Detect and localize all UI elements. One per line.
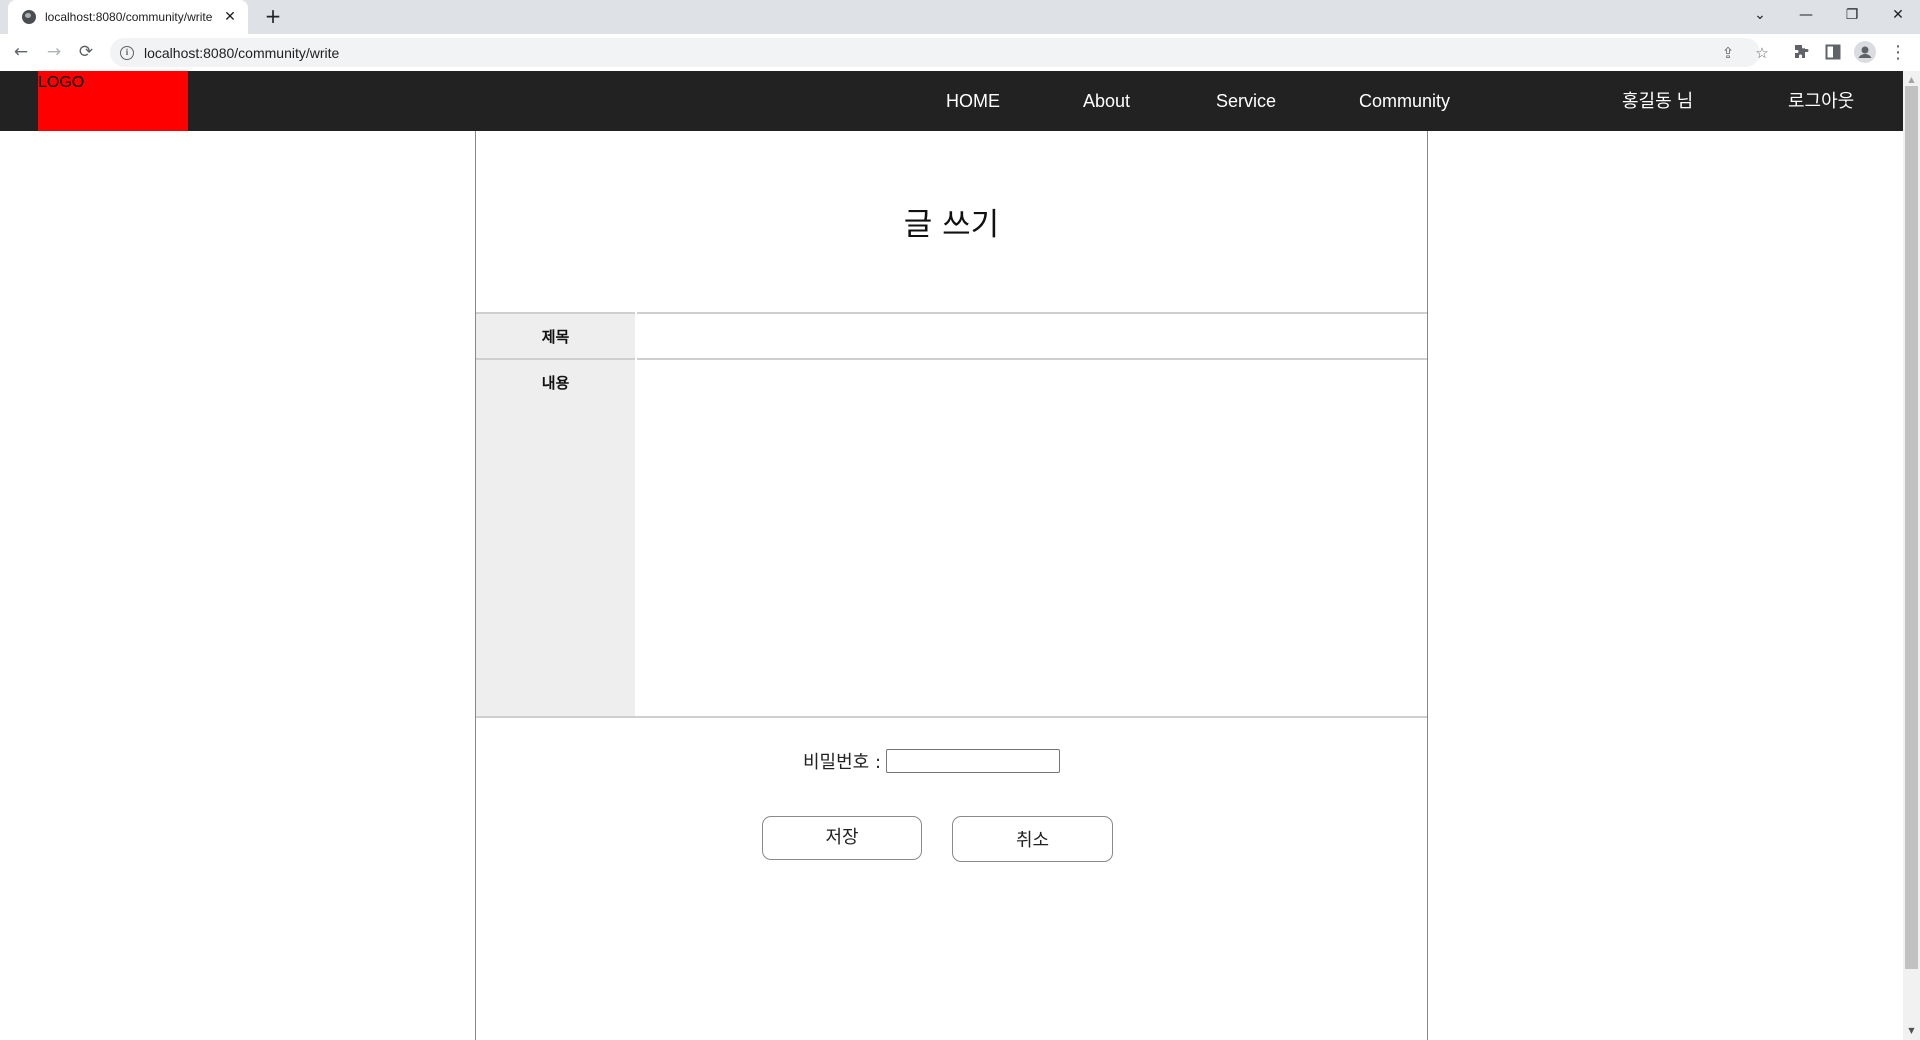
page-scrollbar[interactable]: ▲ ▼ (1903, 71, 1920, 1040)
profile-avatar-icon[interactable] (1853, 40, 1877, 64)
tab-search-icon[interactable]: ⌄ (1737, 0, 1783, 30)
restore-button[interactable]: ❐ (1829, 0, 1875, 30)
save-button[interactable]: 저장 (762, 816, 922, 860)
content-cell (636, 358, 1427, 718)
new-tab-button[interactable]: + (262, 6, 284, 28)
title-input[interactable] (637, 314, 1427, 358)
globe-icon (22, 10, 36, 24)
address-bar[interactable]: i localhost:8080/community/write ⇪ ☆ (110, 38, 1769, 67)
user-greeting: 홍길동 님 (1622, 91, 1694, 111)
side-panel-icon[interactable] (1821, 40, 1845, 64)
tab-title: localhost:8080/community/write (45, 10, 213, 24)
browser-toolbar: ← → ⟳ i localhost:8080/community/write ⇪… (0, 34, 1920, 71)
back-button[interactable]: ← (9, 40, 33, 64)
logout-link[interactable]: 로그아웃 (1788, 71, 1854, 131)
extensions-icon[interactable] (1789, 40, 1813, 64)
scroll-up-arrow-icon[interactable]: ▲ (1903, 73, 1920, 87)
write-form-table: 제목 내용 (476, 312, 1427, 718)
page-title: 글 쓰기 (903, 207, 1000, 243)
nav-community[interactable]: Community (1359, 71, 1450, 131)
share-icon[interactable]: ⇪ (1718, 43, 1738, 63)
title-cell (636, 312, 1427, 359)
nav-home[interactable]: HOME (946, 71, 1000, 131)
write-form-container: 글 쓰기 제목 내용 비밀번호 : 저장 취소 (475, 131, 1428, 1040)
site-header: LOGO HOME About Service Community 홍길동 님 … (0, 71, 1903, 131)
content-label: 내용 (476, 358, 637, 718)
nav-service[interactable]: Service (1216, 71, 1276, 131)
content-row: 내용 (476, 358, 1427, 718)
cancel-button[interactable]: 취소 (952, 816, 1113, 862)
password-input[interactable] (886, 749, 1061, 773)
url-text[interactable]: localhost:8080/community/write (144, 45, 339, 61)
bookmark-star-icon[interactable]: ☆ (1752, 43, 1772, 63)
close-tab-icon[interactable]: ✕ (222, 9, 238, 25)
title-label: 제목 (476, 312, 637, 359)
site-logo[interactable]: LOGO (38, 71, 188, 131)
password-row: 비밀번호 : (476, 748, 1427, 774)
scrollbar-thumb[interactable] (1905, 86, 1918, 969)
close-window-button[interactable]: ✕ (1875, 0, 1920, 30)
browser-tab[interactable]: localhost:8080/community/write ✕ (8, 0, 248, 34)
nav-about[interactable]: About (1083, 71, 1130, 131)
site-info-icon[interactable]: i (120, 45, 134, 60)
forward-button[interactable]: → (42, 40, 66, 64)
scroll-down-arrow-icon[interactable]: ▼ (1903, 1024, 1920, 1038)
title-row: 제목 (476, 312, 1427, 359)
minimize-button[interactable]: — (1783, 0, 1829, 30)
content-textarea[interactable] (637, 360, 1427, 716)
browser-menu-icon[interactable]: ⋮ (1886, 40, 1910, 64)
password-label: 비밀번호 : (802, 752, 882, 773)
browser-tab-strip: localhost:8080/community/write ✕ + ⌄ — ❐… (0, 0, 1920, 34)
reload-button[interactable]: ⟳ (74, 40, 98, 64)
